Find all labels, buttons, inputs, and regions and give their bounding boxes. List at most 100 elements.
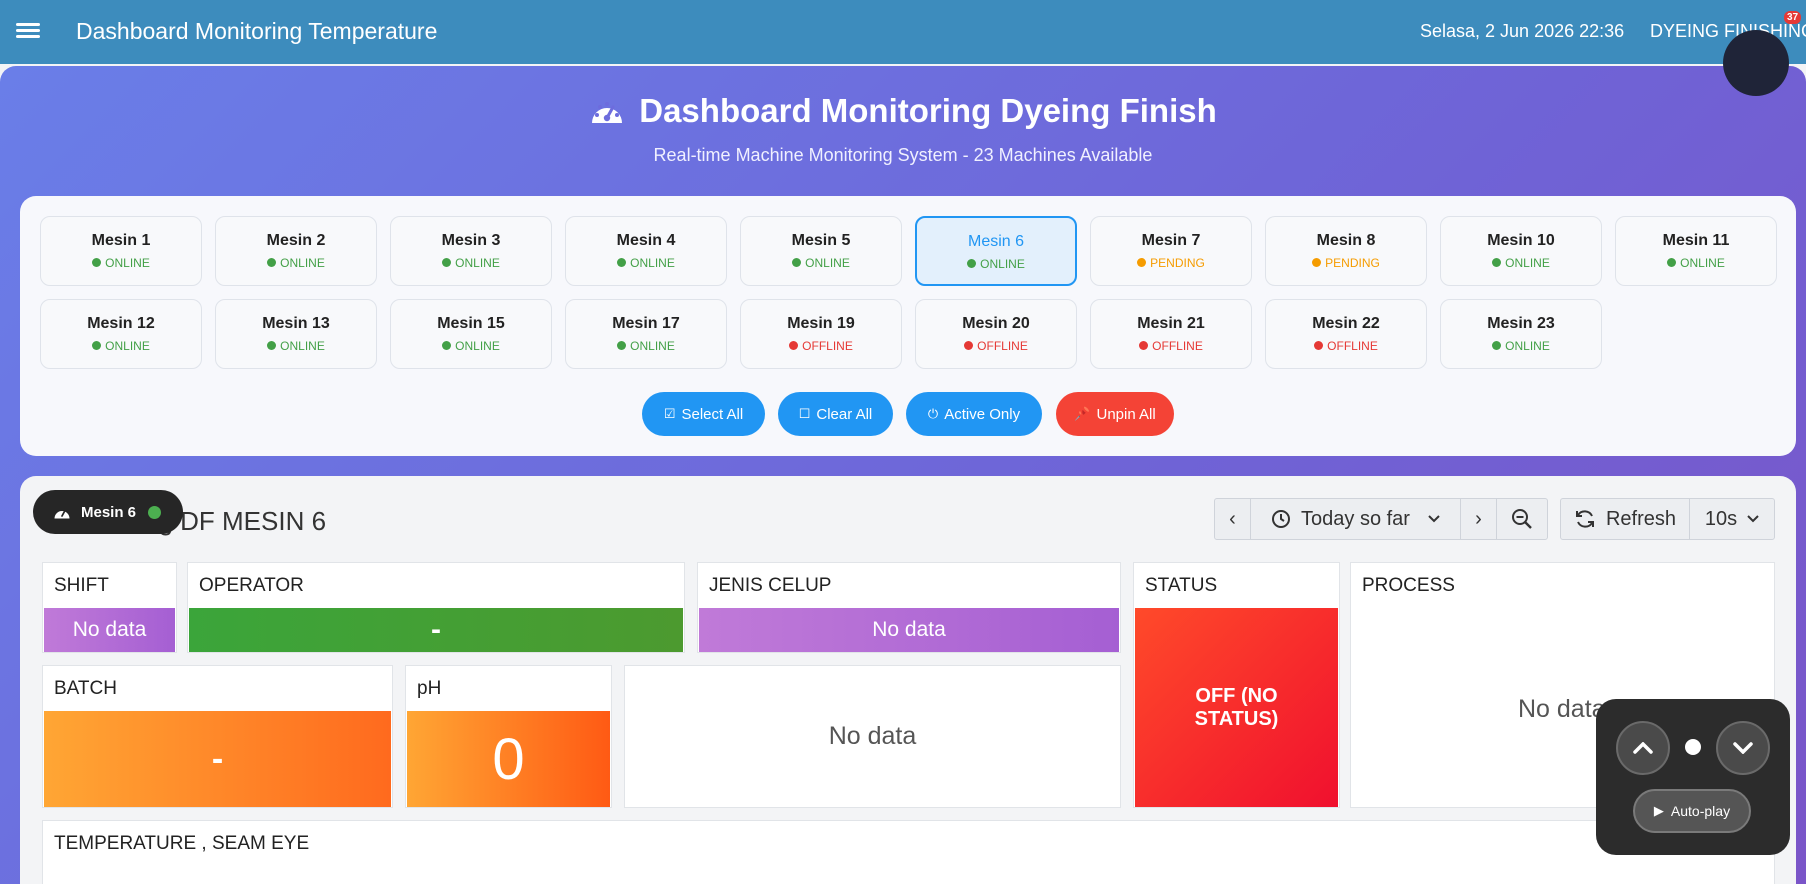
refresh-button[interactable]: Refresh bbox=[1561, 499, 1690, 539]
machine-name: Mesin 22 bbox=[1312, 315, 1380, 332]
machine-name: Mesin 20 bbox=[962, 315, 1030, 332]
machine-name: Mesin 7 bbox=[1141, 232, 1201, 249]
machine-name: Mesin 10 bbox=[1487, 232, 1555, 249]
time-back-button[interactable]: ‹ bbox=[1215, 499, 1251, 539]
chevron-left-icon: ‹ bbox=[1229, 507, 1236, 530]
status-dot-icon bbox=[792, 258, 802, 267]
scroll-down-button[interactable] bbox=[1716, 721, 1770, 775]
online-dot-icon bbox=[148, 505, 162, 519]
machine-card[interactable]: Mesin 20 OFFLINE bbox=[915, 299, 1077, 369]
time-range-picker[interactable]: Today so far bbox=[1251, 499, 1461, 539]
machine-card[interactable]: Mesin 15 ONLINE bbox=[390, 299, 552, 369]
time-forward-button[interactable]: › bbox=[1461, 499, 1497, 539]
machine-name: Mesin 11 bbox=[1662, 232, 1730, 249]
clear-all-button[interactable]: ☐ Clear All bbox=[778, 392, 893, 436]
machine-name: Mesin 4 bbox=[616, 232, 676, 249]
machine-card[interactable]: Mesin 7 PENDING bbox=[1090, 216, 1252, 286]
chevron-down-icon bbox=[1428, 515, 1440, 523]
machine-card[interactable]: Mesin 3 ONLINE bbox=[390, 216, 552, 286]
machine-status: ONLINE bbox=[1441, 339, 1601, 353]
status-panel: STATUS OFF (NO STATUS) bbox=[1133, 562, 1340, 808]
machine-name: Mesin 8 bbox=[1316, 232, 1376, 249]
refresh-interval-select[interactable]: 10s bbox=[1690, 499, 1774, 539]
machine-name: Mesin 21 bbox=[1137, 315, 1205, 332]
machine-name: Mesin 19 bbox=[787, 315, 855, 332]
status-dot-icon bbox=[267, 258, 277, 267]
shift-panel: SHIFT No data bbox=[42, 562, 177, 653]
unnamed-panel-value: No data bbox=[828, 722, 917, 750]
refresh-controls: Refresh 10s bbox=[1560, 498, 1775, 540]
operator-panel: OPERATOR - bbox=[187, 562, 685, 653]
machine-card[interactable]: Mesin 23 ONLINE bbox=[1440, 299, 1602, 369]
machine-name: Mesin 6 bbox=[967, 233, 1025, 250]
ph-panel: pH 0 bbox=[405, 665, 612, 808]
app-title: Dashboard Monitoring Temperature bbox=[76, 18, 438, 44]
machine-card[interactable]: Mesin 13 ONLINE bbox=[215, 299, 377, 369]
clock-icon bbox=[1272, 510, 1291, 528]
machine-status: ONLINE bbox=[1616, 256, 1776, 270]
machine-status: PENDING bbox=[1266, 256, 1426, 270]
autoplay-button[interactable]: ▶ Auto-play bbox=[1633, 789, 1751, 833]
machine-card[interactable]: Mesin 5 ONLINE bbox=[740, 216, 902, 286]
machine-status: OFFLINE bbox=[1091, 339, 1251, 353]
page-indicator-dot[interactable] bbox=[1685, 739, 1701, 755]
machine-card[interactable]: Mesin 21 OFFLINE bbox=[1090, 299, 1252, 369]
machine-name: Mesin 12 bbox=[87, 315, 155, 332]
active-only-button[interactable]: ⏻ Active Only bbox=[906, 392, 1042, 436]
machine-name: Mesin 1 bbox=[91, 232, 151, 249]
machine-name: Mesin 5 bbox=[791, 232, 851, 249]
machine-card[interactable]: Mesin 11 ONLINE bbox=[1615, 216, 1777, 286]
status-dot-icon bbox=[967, 259, 977, 268]
machine-status: OFFLINE bbox=[916, 339, 1076, 353]
machine-card[interactable]: Mesin 22 OFFLINE bbox=[1265, 299, 1427, 369]
machine-name: Mesin 2 bbox=[266, 232, 326, 249]
page-title-text: Dashboard Monitoring Dyeing Finish bbox=[639, 92, 1217, 129]
machine-status: PENDING bbox=[1091, 256, 1251, 270]
unpin-all-button[interactable]: 📌 Unpin All bbox=[1056, 392, 1174, 436]
machine-card[interactable]: Mesin 1 ONLINE bbox=[40, 216, 202, 286]
status-dot-icon bbox=[1137, 258, 1147, 267]
status-dot-icon bbox=[789, 341, 799, 350]
zoom-out-icon bbox=[1512, 509, 1532, 529]
machine-status: ONLINE bbox=[566, 256, 726, 270]
operator-value: - bbox=[189, 608, 683, 652]
notification-badge[interactable]: 37 bbox=[1784, 11, 1802, 24]
status-dot-icon bbox=[617, 341, 627, 350]
jenis-celup-value: No data bbox=[699, 608, 1119, 652]
empty-square-icon: ☐ bbox=[798, 406, 811, 421]
machine-card[interactable]: Mesin 12 ONLINE bbox=[40, 299, 202, 369]
page-title: Dashboard Monitoring Dyeing Finish bbox=[0, 92, 1806, 130]
machine-name: Mesin 15 bbox=[437, 315, 505, 332]
machine-card[interactable]: Mesin 19 OFFLINE bbox=[740, 299, 902, 369]
status-dot-icon bbox=[1667, 258, 1677, 267]
machine-card[interactable]: Mesin 10 ONLINE bbox=[1440, 216, 1602, 286]
department-menu[interactable]: DYEING FINISHING bbox=[1650, 21, 1806, 42]
select-all-button[interactable]: ☑ Select All bbox=[642, 392, 765, 436]
check-square-icon: ☑ bbox=[663, 406, 676, 421]
ph-value: 0 bbox=[407, 711, 610, 807]
zoom-out-button[interactable] bbox=[1497, 499, 1547, 539]
machine-card[interactable]: Mesin 8 PENDING bbox=[1265, 216, 1427, 286]
status-dot-icon bbox=[92, 258, 102, 267]
machine-card[interactable]: Mesin 2 ONLINE bbox=[215, 216, 377, 286]
machine-status: ONLINE bbox=[216, 256, 376, 270]
jenis-celup-panel: JENIS CELUP No data bbox=[697, 562, 1121, 653]
status-dot-icon bbox=[1492, 341, 1502, 350]
shift-value: No data bbox=[44, 608, 175, 652]
user-avatar[interactable] bbox=[1723, 30, 1789, 96]
status-dot-icon bbox=[964, 341, 974, 350]
status-dot-icon bbox=[617, 258, 627, 267]
temperature-panel: TEMPERATURE , SEAM EYE bbox=[42, 820, 1775, 884]
chevron-down-icon bbox=[1747, 515, 1759, 523]
active-machine-tag[interactable]: Mesin 6 bbox=[33, 490, 183, 534]
machine-name: Mesin 13 bbox=[262, 315, 330, 332]
machine-status: ONLINE bbox=[1441, 256, 1601, 270]
gauge-icon bbox=[54, 509, 70, 518]
scroll-up-button[interactable] bbox=[1616, 721, 1670, 775]
machine-status: ONLINE bbox=[41, 339, 201, 353]
machine-card[interactable]: Mesin 4 ONLINE bbox=[565, 216, 727, 286]
machine-card[interactable]: Mesin 17 ONLINE bbox=[565, 299, 727, 369]
status-dot-icon bbox=[442, 341, 452, 350]
machine-card[interactable]: Mesin 6 ONLINE bbox=[915, 216, 1077, 286]
menu-icon[interactable] bbox=[16, 20, 40, 44]
